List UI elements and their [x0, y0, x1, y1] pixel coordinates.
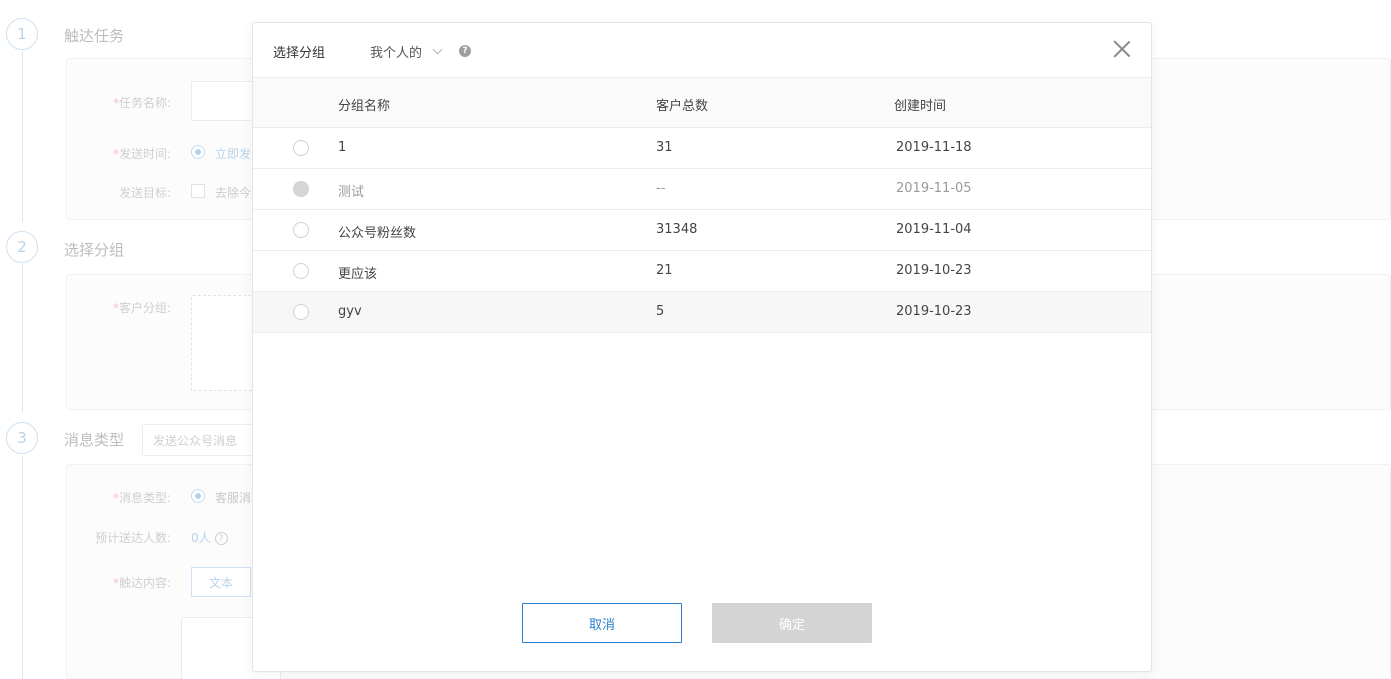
column-header-created: 创建时间	[894, 99, 947, 114]
row-radio[interactable]	[293, 263, 309, 279]
estimated-label: 预计送达人数:	[94, 531, 171, 545]
group-name: 更应该	[338, 267, 378, 282]
table-row: 测试 -- 2019-11-05	[253, 169, 1151, 210]
content-tab-text[interactable]: 文本	[191, 567, 251, 597]
help-circle-icon[interactable]: ?	[214, 532, 228, 545]
group-created: 2019-11-05	[896, 181, 972, 196]
send-target-option: 去除今	[215, 186, 252, 200]
task-name-label: *任务名称:	[112, 96, 171, 110]
chevron-down-icon	[432, 44, 443, 55]
message-type-option: 客服消	[215, 491, 252, 505]
step-number-2: 2	[6, 231, 38, 263]
message-type-label: *消息类型:	[112, 491, 171, 505]
table-row[interactable]: gyv 5 2019-10-23	[253, 292, 1151, 333]
step-connector	[22, 52, 23, 222]
row-radio[interactable]	[293, 140, 309, 156]
dialog-header: 选择分组 我个人的 ?	[253, 23, 1151, 78]
group-count: --	[656, 181, 666, 196]
row-radio[interactable]	[293, 222, 309, 238]
table-header: 分组名称 客户总数 创建时间	[253, 78, 1151, 128]
row-radio[interactable]	[293, 304, 309, 320]
cancel-button[interactable]: 取消	[522, 603, 682, 643]
send-time-radio[interactable]	[191, 145, 205, 159]
help-icon[interactable]: ?	[459, 45, 471, 57]
group-created: 2019-11-04	[896, 222, 972, 237]
customer-group-label: *客户分组:	[112, 301, 171, 315]
column-header-count: 客户总数	[656, 99, 709, 114]
group-created: 2019-10-23	[896, 263, 972, 278]
table-row[interactable]: 公众号粉丝数 31348 2019-11-04	[253, 210, 1151, 251]
close-icon[interactable]	[1113, 40, 1131, 58]
group-count: 21	[656, 263, 673, 278]
table-row[interactable]: 1 31 2019-11-18	[253, 128, 1151, 169]
content-label: *触达内容:	[112, 576, 171, 590]
scope-dropdown[interactable]: 我个人的	[370, 42, 443, 61]
group-name: 1	[338, 140, 347, 155]
send-time-option: 立即发	[215, 147, 252, 161]
group-created: 2019-11-18	[896, 140, 972, 155]
step-title-task: 触达任务	[64, 27, 125, 45]
confirm-button[interactable]: 确定	[712, 603, 872, 643]
group-count: 31348	[656, 222, 698, 237]
group-name: 测试	[338, 185, 365, 200]
group-table: 分组名称 客户总数 创建时间 1 31 2019-11-18 测试 -- 201…	[253, 78, 1151, 333]
row-radio	[293, 181, 309, 197]
step-number-3: 3	[6, 422, 38, 454]
send-time-label: *发送时间:	[112, 147, 171, 161]
dialog-title: 选择分组	[273, 46, 326, 61]
step-connector	[22, 456, 23, 679]
step-number-1: 1	[6, 18, 38, 50]
estimated-value: 0人?	[191, 529, 228, 546]
send-target-label: 发送目标:	[118, 186, 171, 200]
step-connector	[22, 264, 23, 412]
message-type-radio[interactable]	[191, 489, 205, 503]
column-header-name: 分组名称	[338, 99, 391, 114]
group-name: 公众号粉丝数	[338, 226, 417, 241]
send-target-checkbox[interactable]	[191, 184, 205, 198]
step-title-message: 消息类型	[64, 431, 125, 449]
table-row[interactable]: 更应该 21 2019-10-23	[253, 251, 1151, 292]
select-group-dialog: 选择分组 我个人的 ? 分组名称 客户总数 创建时间 1 31 2019-11-…	[252, 22, 1152, 672]
group-count: 5	[656, 304, 665, 319]
group-name: gyv	[338, 304, 362, 319]
step-title-group: 选择分组	[64, 241, 125, 259]
scope-dropdown-value: 我个人的	[370, 46, 423, 61]
group-count: 31	[656, 140, 673, 155]
group-created: 2019-10-23	[896, 304, 972, 319]
